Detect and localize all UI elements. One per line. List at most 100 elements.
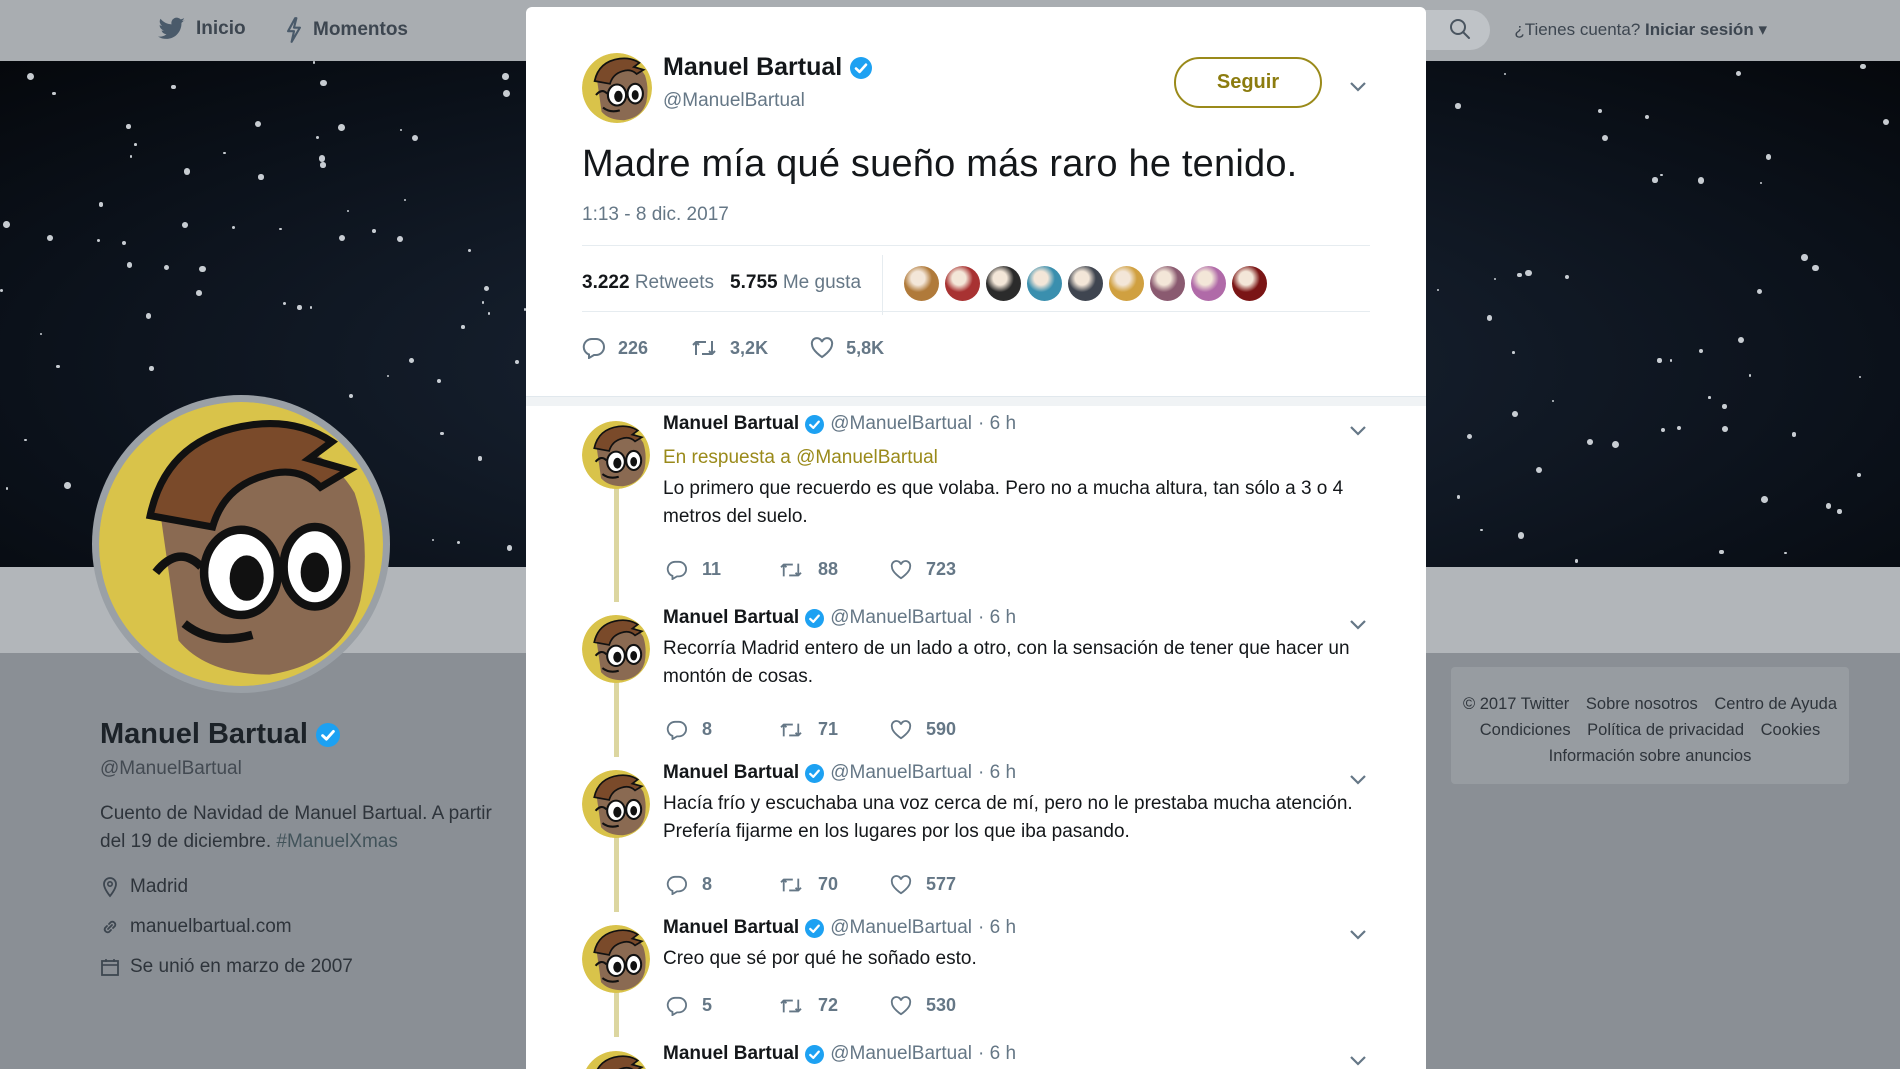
like-button[interactable]: 5,8K bbox=[810, 337, 884, 359]
reply-author-name[interactable]: Manuel Bartual bbox=[663, 762, 799, 784]
liker-avatar[interactable] bbox=[986, 266, 1021, 301]
reply-button[interactable]: 8 bbox=[666, 719, 778, 740]
retweet-count: 72 bbox=[818, 995, 839, 1015]
reply-author-name[interactable]: Manuel Bartual bbox=[663, 607, 799, 629]
lightning-icon bbox=[287, 17, 301, 43]
retweet-button[interactable]: 88 bbox=[778, 559, 890, 580]
retweet-icon bbox=[780, 878, 802, 891]
login-prompt[interactable]: ¿Tienes cuenta? Iniciar sesión ▾ bbox=[1514, 20, 1767, 40]
chevron-down-icon[interactable] bbox=[1348, 772, 1368, 786]
chevron-down-icon[interactable] bbox=[1348, 617, 1368, 631]
retweet-button[interactable]: 72 bbox=[778, 995, 890, 1016]
tweet-timestamp[interactable]: 1:13 - 8 dic. 2017 bbox=[582, 204, 729, 226]
like-count: 530 bbox=[926, 995, 957, 1015]
reply-author-handle[interactable]: @ManuelBartual bbox=[830, 762, 972, 784]
chevron-down-icon[interactable] bbox=[1348, 79, 1368, 93]
reply-count: 5 bbox=[702, 995, 713, 1015]
reply-time[interactable]: · 6 h bbox=[978, 413, 1016, 435]
reply-avatar[interactable] bbox=[582, 421, 650, 489]
reply-avatar[interactable] bbox=[582, 615, 650, 683]
liker-avatar[interactable] bbox=[1191, 266, 1226, 301]
liker-avatar[interactable] bbox=[1150, 266, 1185, 301]
reply-author-name[interactable]: Manuel Bartual bbox=[663, 917, 799, 939]
footer-help-link[interactable]: Centro de Ayuda bbox=[1714, 695, 1837, 713]
footer-privacy-link[interactable]: Política de privacidad bbox=[1587, 721, 1744, 739]
author-avatar[interactable] bbox=[582, 53, 652, 123]
snow-dot bbox=[26, 72, 34, 80]
reply-avatar[interactable] bbox=[582, 770, 650, 838]
cartoon-face-icon bbox=[582, 421, 650, 489]
retweet-icon bbox=[692, 341, 716, 355]
snow-dot bbox=[1517, 531, 1525, 539]
like-count: 577 bbox=[926, 874, 957, 894]
profile-name[interactable]: Manuel Bartual bbox=[100, 718, 340, 751]
liker-avatar[interactable] bbox=[1109, 266, 1144, 301]
retweet-button[interactable]: 70 bbox=[778, 874, 890, 895]
snow-dot bbox=[396, 235, 403, 242]
reply-author-handle[interactable]: @ManuelBartual bbox=[830, 1043, 972, 1065]
retweet-button[interactable]: 3,2K bbox=[690, 337, 768, 359]
reply-button[interactable]: 11 bbox=[666, 559, 778, 580]
login-link[interactable]: Iniciar sesión bbox=[1645, 20, 1754, 39]
snow-dot bbox=[1660, 173, 1663, 177]
reply-button[interactable]: 226 bbox=[582, 337, 648, 359]
footer-terms-link[interactable]: Condiciones bbox=[1480, 721, 1571, 739]
likes-stat[interactable]: 5.755 Me gusta bbox=[730, 272, 861, 294]
in-reply-handle-link[interactable]: @ManuelBartual bbox=[796, 447, 938, 468]
footer-ads-link[interactable]: Información sobre anuncios bbox=[1549, 747, 1752, 765]
author-name[interactable]: Manuel Bartual bbox=[663, 53, 873, 82]
bio-hashtag-link[interactable]: #ManuelXmas bbox=[276, 831, 397, 852]
snow-dot bbox=[231, 225, 236, 229]
chevron-down-icon[interactable] bbox=[1348, 1053, 1368, 1067]
search-icon[interactable] bbox=[1448, 17, 1472, 41]
reply-time[interactable]: · 6 h bbox=[978, 917, 1016, 939]
reply-time[interactable]: · 6 h bbox=[978, 762, 1016, 784]
retweet-button[interactable]: 71 bbox=[778, 719, 890, 740]
reply-author-name[interactable]: Manuel Bartual bbox=[663, 413, 799, 435]
liker-avatar[interactable] bbox=[1027, 266, 1062, 301]
verified-badge-icon bbox=[805, 763, 825, 783]
snow-dot bbox=[196, 290, 202, 297]
footer-about-link[interactable]: Sobre nosotros bbox=[1586, 695, 1698, 713]
reply-actions: 5 72 530 bbox=[666, 995, 1002, 1016]
reply-button[interactable]: 5 bbox=[666, 995, 778, 1016]
reply-header: Manuel Bartual @ManuelBartual · 6 h bbox=[663, 1043, 1016, 1065]
heart-icon bbox=[890, 874, 912, 894]
reply-button[interactable]: 8 bbox=[666, 874, 778, 895]
retweets-stat[interactable]: 3.222 Retweets bbox=[582, 272, 714, 294]
snow-dot bbox=[182, 221, 188, 228]
like-button[interactable]: 530 bbox=[890, 995, 1002, 1016]
profile-avatar[interactable] bbox=[92, 395, 390, 693]
reply-avatar[interactable] bbox=[582, 1051, 650, 1069]
like-button[interactable]: 723 bbox=[890, 559, 1002, 580]
nav-home[interactable]: Inicio bbox=[158, 17, 246, 41]
like-button[interactable]: 577 bbox=[890, 874, 1002, 895]
reply-time[interactable]: · 6 h bbox=[978, 607, 1016, 629]
footer-cookies-link[interactable]: Cookies bbox=[1761, 721, 1821, 739]
liker-avatar[interactable] bbox=[1232, 266, 1267, 301]
like-button[interactable]: 590 bbox=[890, 719, 1002, 740]
profile-handle[interactable]: @ManuelBartual bbox=[100, 758, 242, 780]
chevron-down-icon[interactable] bbox=[1348, 927, 1368, 941]
reply-author-name[interactable]: Manuel Bartual bbox=[663, 1043, 799, 1065]
liker-avatar[interactable] bbox=[1068, 266, 1103, 301]
reply-author-handle[interactable]: @ManuelBartual bbox=[830, 607, 972, 629]
profile-website-link[interactable]: manuelbartual.com bbox=[130, 916, 292, 938]
nav-moments-label: Momentos bbox=[313, 19, 408, 40]
verified-badge-icon bbox=[805, 1044, 825, 1064]
heart-icon bbox=[890, 719, 912, 739]
reply-time[interactable]: · 6 h bbox=[978, 1043, 1016, 1065]
follow-button[interactable]: Seguir bbox=[1174, 57, 1322, 108]
reply-author-handle[interactable]: @ManuelBartual bbox=[830, 917, 972, 939]
snow-dot bbox=[1486, 315, 1493, 321]
chevron-down-icon[interactable] bbox=[1348, 423, 1368, 437]
liker-avatar[interactable] bbox=[904, 266, 939, 301]
liker-avatar[interactable] bbox=[945, 266, 980, 301]
snow-dot bbox=[1455, 103, 1461, 109]
reply-author-handle[interactable]: @ManuelBartual bbox=[830, 413, 972, 435]
reply-avatar[interactable] bbox=[582, 925, 650, 993]
nav-moments[interactable]: Momentos bbox=[285, 17, 408, 43]
author-handle[interactable]: @ManuelBartual bbox=[663, 90, 805, 112]
profile-website[interactable]: manuelbartual.com bbox=[100, 916, 292, 938]
snow-dot bbox=[1859, 376, 1862, 379]
